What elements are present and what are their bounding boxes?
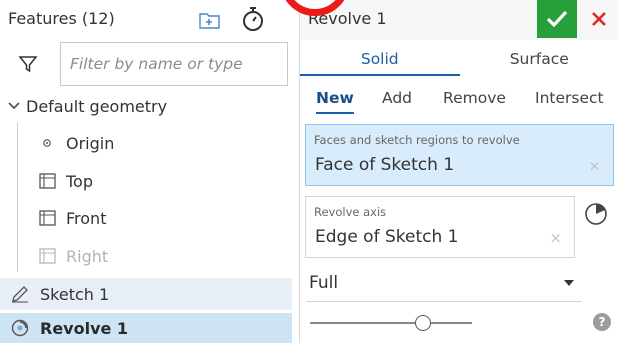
tree-item-origin[interactable]: Origin: [38, 130, 114, 156]
feature-label: Revolve 1: [40, 318, 129, 338]
features-panel: Features (12) Default geometry Origin To…: [0, 0, 296, 343]
group-label: Default geometry: [26, 96, 168, 116]
revolve-icon: [10, 318, 40, 338]
tab-surface[interactable]: Surface: [460, 44, 618, 76]
tree-item-label: Front: [66, 208, 107, 228]
clear-faces-icon[interactable]: ×: [588, 157, 601, 175]
origin-point-icon: [38, 134, 66, 152]
filter-input-box[interactable]: [60, 42, 288, 86]
chevron-down-icon[interactable]: [6, 98, 22, 114]
caret-down-icon: [564, 280, 574, 286]
help-icon[interactable]: ?: [593, 313, 611, 331]
tree-item-label: Origin: [66, 133, 115, 153]
revolve-axis-field[interactable]: Revolve axis Edge of Sketch 1 ×: [305, 196, 575, 258]
tab-new[interactable]: New: [316, 84, 354, 114]
tab-intersect[interactable]: Intersect: [535, 84, 604, 112]
tab-solid[interactable]: Solid: [300, 44, 460, 76]
dialog-titlebar: Revolve 1: [300, 0, 618, 40]
tree-item-label: Right: [66, 246, 109, 266]
features-header: Features (12): [8, 9, 115, 28]
body-type-tabs: Solid Surface: [300, 44, 618, 76]
stopwatch-icon[interactable]: [240, 5, 266, 33]
filter-icon[interactable]: [18, 54, 38, 74]
revolve-type-value: Full: [309, 273, 339, 293]
tree-connector-line: [17, 122, 18, 272]
axis-field-label: Revolve axis: [314, 205, 387, 219]
slider-knob[interactable]: [415, 315, 432, 331]
feature-label: Sketch 1: [40, 284, 110, 304]
add-folder-icon[interactable]: [198, 8, 222, 32]
plane-icon: [38, 171, 66, 191]
tree-item-front[interactable]: Front: [38, 205, 106, 231]
sketch-pencil-icon: [10, 284, 40, 304]
axis-direction-icon[interactable]: [583, 201, 609, 227]
faces-field[interactable]: Faces and sketch regions to revolve Face…: [305, 124, 614, 186]
faces-field-value: Face of Sketch 1: [315, 155, 455, 175]
close-icon: [592, 12, 606, 26]
tab-add[interactable]: Add: [382, 84, 412, 112]
axis-field-value: Edge of Sketch 1: [315, 227, 459, 247]
feature-row-revolve[interactable]: Revolve 1: [0, 313, 292, 343]
checkmark-icon: [546, 10, 568, 28]
tree-item-top[interactable]: Top: [38, 168, 93, 194]
faces-field-label: Faces and sketch regions to revolve: [314, 133, 520, 147]
filter-input[interactable]: [61, 43, 287, 85]
tree-item-label: Top: [66, 171, 93, 191]
slider-track: [310, 322, 472, 324]
revolve-type-select[interactable]: Full: [306, 266, 582, 302]
default-geometry-group[interactable]: Default geometry: [6, 94, 167, 118]
clear-axis-icon[interactable]: ×: [549, 229, 562, 247]
confirm-button[interactable]: [537, 0, 577, 38]
feature-row-sketch[interactable]: Sketch 1: [0, 278, 292, 310]
plane-icon: [38, 246, 66, 266]
cancel-button[interactable]: [584, 4, 614, 34]
revolve-slider[interactable]: [310, 313, 472, 333]
tree-item-right[interactable]: Right: [38, 243, 108, 269]
operation-tabs: New Add Remove Intersect: [300, 84, 618, 116]
tab-remove[interactable]: Remove: [443, 84, 506, 112]
plane-icon: [38, 208, 66, 228]
revolve-dialog: Revolve 1 Solid Surface New Add Remove I…: [299, 0, 618, 343]
